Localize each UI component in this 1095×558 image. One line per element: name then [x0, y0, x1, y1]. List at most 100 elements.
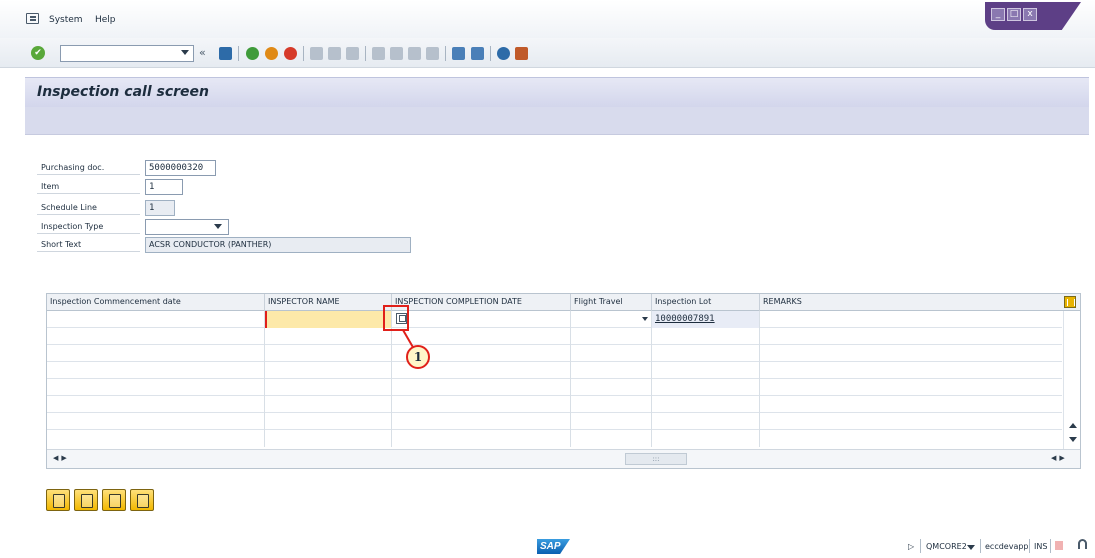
column-header[interactable]: Flight Travel	[571, 294, 652, 311]
inspection-type-select[interactable]	[145, 219, 229, 235]
standard-toolbar: ✔ «	[0, 38, 1095, 68]
table-row	[47, 396, 1062, 413]
empty-cell	[47, 345, 265, 362]
callout-number-badge: 1	[406, 345, 430, 369]
command-field[interactable]	[60, 45, 194, 62]
empty-cell	[392, 413, 571, 430]
scroll-down-icon[interactable]	[1069, 437, 1077, 442]
toolbar-separator	[445, 46, 446, 61]
application-toolbar	[25, 107, 1089, 135]
back-icon[interactable]	[246, 47, 259, 60]
empty-cell	[392, 328, 571, 345]
first-entry-button[interactable]	[46, 489, 70, 511]
next-entry-button[interactable]	[102, 489, 126, 511]
scroll-up-icon[interactable]	[1069, 423, 1077, 428]
column-header[interactable]: Inspection Lot	[652, 294, 760, 311]
short-text-field: ACSR CONDUCTOR (PANTHER)	[145, 237, 411, 253]
scroll-thumb[interactable]: :::	[625, 453, 687, 465]
menu-help[interactable]: Help	[95, 15, 116, 25]
empty-cell	[265, 413, 392, 430]
previous-entry-button[interactable]	[74, 489, 98, 511]
system-name[interactable]: QMCORE2	[926, 542, 967, 551]
empty-cell	[47, 430, 265, 447]
collapse-chevron-icon[interactable]: «	[199, 46, 206, 59]
menu-icon[interactable]	[26, 13, 39, 24]
empty-cell	[571, 396, 652, 413]
enter-checkmark-icon[interactable]: ✔	[31, 46, 45, 60]
empty-cell	[47, 362, 265, 379]
command-input[interactable]	[61, 46, 177, 61]
print-icon[interactable]	[310, 47, 323, 60]
purchasing-doc-field[interactable]: 5000000320	[145, 160, 216, 176]
new-session-icon[interactable]	[452, 47, 465, 60]
lock-icon[interactable]	[1078, 539, 1087, 549]
status-separator	[1029, 539, 1030, 553]
previous-page-icon[interactable]	[390, 47, 403, 60]
chevron-down-icon[interactable]	[214, 224, 222, 229]
completion-date-cell[interactable]	[392, 311, 571, 328]
empty-cell	[265, 362, 392, 379]
chevron-down-icon[interactable]	[967, 545, 975, 550]
horizontal-scrollbar[interactable]: ◀▶ ::: ◀▶	[47, 449, 1080, 468]
empty-cell	[392, 430, 571, 447]
menu-system[interactable]: System	[49, 15, 83, 25]
minimize-button[interactable]: _	[991, 8, 1005, 21]
scroll-left-right-icon[interactable]: ◀▶	[1051, 454, 1068, 462]
layout-menu-icon[interactable]	[515, 47, 528, 60]
screen-title-bar: Inspection call screen	[25, 77, 1089, 107]
column-header[interactable]: Inspection Commencement date	[47, 294, 265, 311]
last-page-icon[interactable]	[426, 47, 439, 60]
inspection-table: Inspection Commencement date INSPECTOR N…	[46, 293, 1081, 469]
status-separator	[980, 539, 981, 553]
shortcut-icon[interactable]	[471, 47, 484, 60]
status-expand-icon[interactable]: ▷	[908, 542, 914, 551]
find-next-icon[interactable]	[346, 47, 359, 60]
table-header: Inspection Commencement date INSPECTOR N…	[47, 294, 1080, 311]
empty-cell	[392, 379, 571, 396]
table-row	[47, 328, 1062, 345]
chevron-down-icon[interactable]	[181, 50, 189, 55]
remarks-cell[interactable]	[760, 311, 1062, 328]
column-header[interactable]: INSPECTION COMPLETION DATE	[392, 294, 571, 311]
vertical-scrollbar[interactable]	[1063, 311, 1080, 450]
status-separator	[1050, 539, 1051, 553]
inspector-name-cell[interactable]	[265, 311, 392, 328]
scroll-left-right-icon[interactable]: ◀▶	[53, 454, 70, 462]
table-row	[47, 430, 1062, 447]
flight-travel-cell[interactable]	[571, 311, 652, 328]
next-page-icon[interactable]	[408, 47, 421, 60]
exit-icon[interactable]	[265, 47, 278, 60]
item-field[interactable]: 1	[145, 179, 183, 195]
table-row	[47, 379, 1062, 396]
commencement-date-cell[interactable]	[47, 311, 265, 328]
item-label: Item	[37, 179, 140, 194]
purchasing-doc-label: Purchasing doc.	[37, 160, 140, 175]
table-row	[47, 413, 1062, 430]
column-header[interactable]: INSPECTOR NAME	[265, 294, 392, 311]
empty-cell	[571, 379, 652, 396]
status-bar: SAP ▷ QMCORE2 eccdevapp INS	[0, 535, 1095, 558]
window-controls: _ □ x	[985, 2, 1081, 30]
empty-cell	[571, 328, 652, 345]
column-settings-icon[interactable]	[1064, 296, 1076, 308]
help-icon[interactable]	[497, 47, 510, 60]
cancel-icon[interactable]	[284, 47, 297, 60]
save-icon[interactable]	[219, 47, 232, 60]
chevron-down-icon[interactable]	[642, 317, 648, 321]
notification-icon[interactable]	[1055, 541, 1063, 550]
empty-cell	[652, 362, 760, 379]
empty-cell	[571, 362, 652, 379]
empty-cell	[47, 379, 265, 396]
first-page-icon[interactable]	[372, 47, 385, 60]
close-button[interactable]: x	[1023, 8, 1037, 21]
maximize-button[interactable]: □	[1007, 8, 1021, 21]
find-icon[interactable]	[328, 47, 341, 60]
inspection-lot-link[interactable]: 10000007891	[652, 311, 760, 328]
empty-cell	[571, 345, 652, 362]
empty-cell	[265, 430, 392, 447]
empty-cell	[265, 345, 392, 362]
empty-cell	[652, 328, 760, 345]
column-header[interactable]: REMARKS	[760, 294, 1060, 311]
input-mode[interactable]: INS	[1034, 542, 1047, 551]
last-entry-button[interactable]	[130, 489, 154, 511]
